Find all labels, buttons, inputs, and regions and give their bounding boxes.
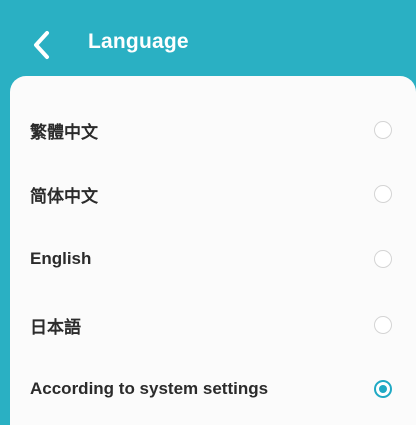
radio-unselected-icon[interactable] (374, 121, 392, 139)
radio-unselected-icon[interactable] (374, 185, 392, 203)
language-option-label: 日本語 (30, 317, 81, 337)
radio-unselected-icon[interactable] (374, 316, 392, 334)
page-title: Language (88, 30, 189, 53)
language-option-system-settings[interactable]: According to system settings (10, 359, 416, 419)
language-option-japanese[interactable]: 日本語 (10, 295, 416, 355)
language-option-english[interactable]: English (10, 229, 416, 289)
language-option-label: 简体中文 (30, 186, 98, 206)
language-screen: Language 繁體中文 简体中文 English 日本語 According… (0, 0, 416, 425)
radio-selected-icon[interactable] (374, 380, 392, 398)
back-button[interactable] (26, 28, 56, 62)
language-option-simplified-chinese[interactable]: 简体中文 (10, 164, 416, 224)
chevron-left-icon (34, 31, 49, 59)
radio-dot (379, 385, 387, 393)
radio-unselected-icon[interactable] (374, 250, 392, 268)
language-option-traditional-chinese[interactable]: 繁體中文 (10, 100, 416, 160)
language-option-label: According to system settings (30, 379, 269, 398)
language-option-label: 繁體中文 (30, 122, 98, 142)
language-option-label: English (30, 249, 92, 268)
language-panel: 繁體中文 简体中文 English 日本語 According to syste… (10, 76, 416, 425)
app-header: Language (0, 0, 416, 86)
